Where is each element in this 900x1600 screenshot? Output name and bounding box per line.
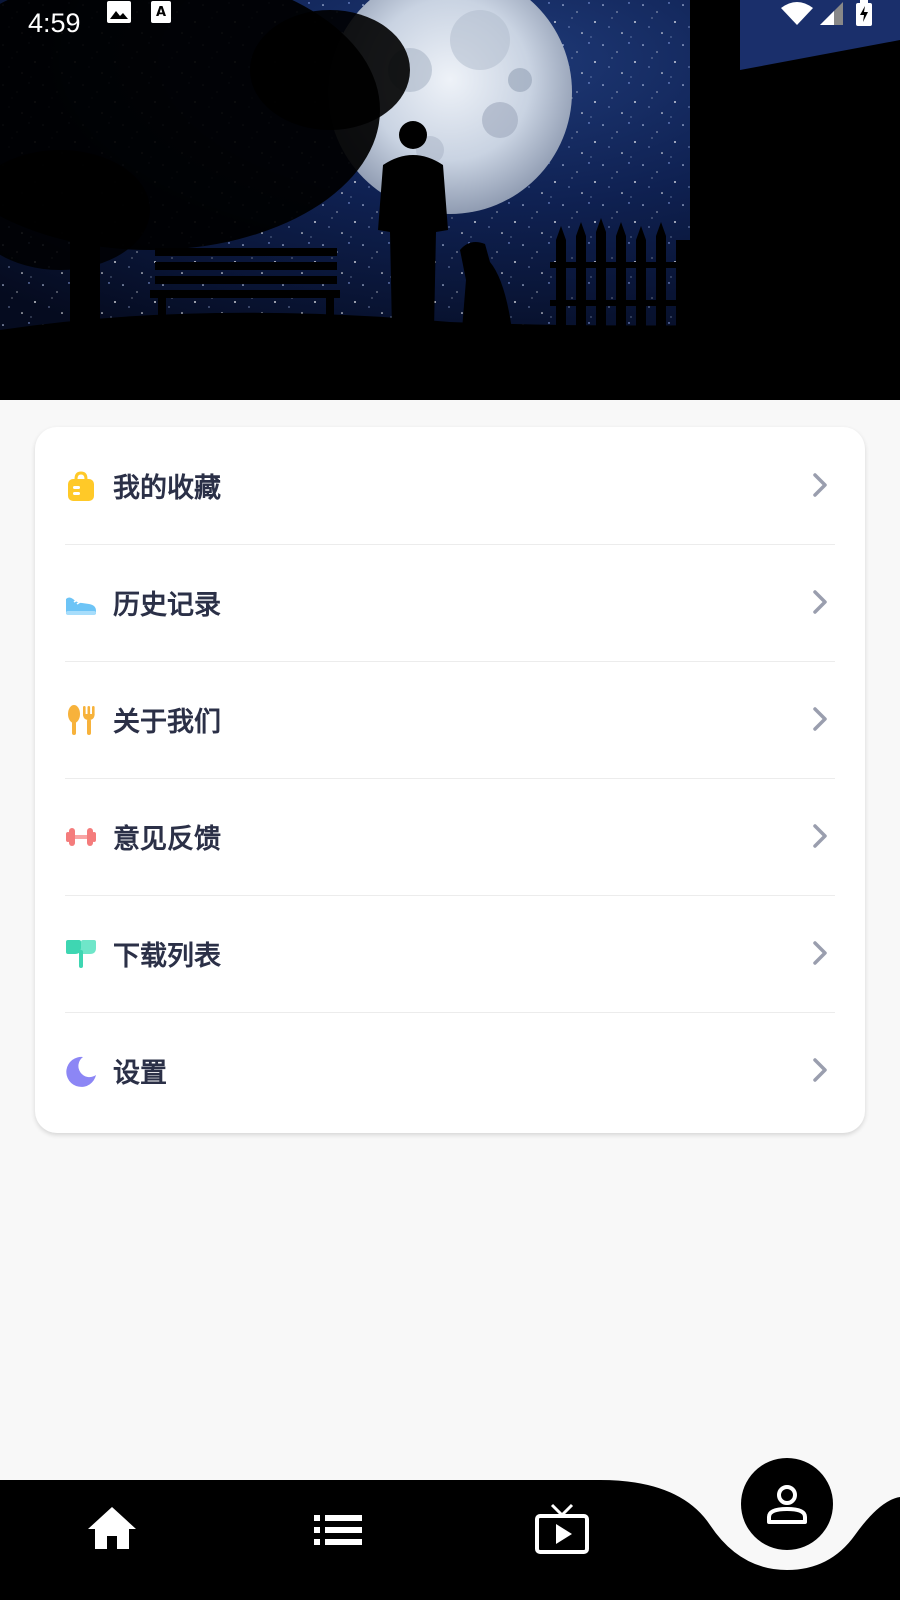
plant-icon xyxy=(66,939,96,968)
moon-icon xyxy=(66,1056,96,1087)
dumbbell-icon xyxy=(66,827,96,846)
menu-item-downloads[interactable]: 下载列表 xyxy=(65,895,835,1013)
nav-list-button[interactable] xyxy=(314,1513,362,1547)
menu-item-label: 关于我们 xyxy=(113,707,221,738)
chevron-right-icon xyxy=(813,707,827,731)
chevron-right-icon xyxy=(813,473,827,497)
text-notification-icon: A xyxy=(151,1,171,23)
status-time: 4:59 xyxy=(28,8,81,38)
menu-item-favorites[interactable]: 我的收藏 xyxy=(65,427,835,545)
menu-item-label: 历史记录 xyxy=(113,590,221,621)
image-notification-icon xyxy=(107,1,131,23)
signal-icon xyxy=(820,2,843,25)
menu-item-label: 下载列表 xyxy=(113,941,221,972)
menu-item-about-us[interactable]: 关于我们 xyxy=(65,661,835,779)
chevron-right-icon xyxy=(813,590,827,614)
night-scene-illustration xyxy=(0,0,900,400)
menu-item-feedback[interactable]: 意见反馈 xyxy=(65,778,835,896)
tv-play-icon xyxy=(535,1503,589,1554)
menu-item-history[interactable]: 历史记录 xyxy=(65,544,835,662)
bag-icon xyxy=(68,470,94,501)
menu-item-label: 我的收藏 xyxy=(113,473,221,504)
wifi-icon xyxy=(781,2,813,25)
chevron-right-icon xyxy=(813,941,827,965)
fork-knife-icon xyxy=(68,704,95,735)
shoe-icon xyxy=(66,597,96,615)
chevron-right-icon xyxy=(813,1058,827,1082)
nav-profile-button[interactable] xyxy=(741,1458,833,1550)
nav-home-button[interactable] xyxy=(86,1505,138,1551)
status-bar: 4:59 A xyxy=(0,0,900,48)
home-icon xyxy=(88,1507,136,1549)
battery-charging-icon xyxy=(856,0,872,26)
person-icon xyxy=(767,1485,807,1524)
menu-card: 我的收藏 历史记录 关于我们 意见反馈 下载列表 设置 xyxy=(35,427,865,1133)
svg-text:A: A xyxy=(156,5,166,20)
nav-tv-button[interactable] xyxy=(534,1503,590,1555)
chevron-right-icon xyxy=(813,824,827,848)
menu-item-label: 意见反馈 xyxy=(113,824,221,855)
menu-item-label: 设置 xyxy=(113,1058,167,1089)
header-image: 4:59 A xyxy=(0,0,900,400)
menu-item-settings[interactable]: 设置 xyxy=(65,1012,835,1129)
list-icon xyxy=(314,1515,362,1545)
